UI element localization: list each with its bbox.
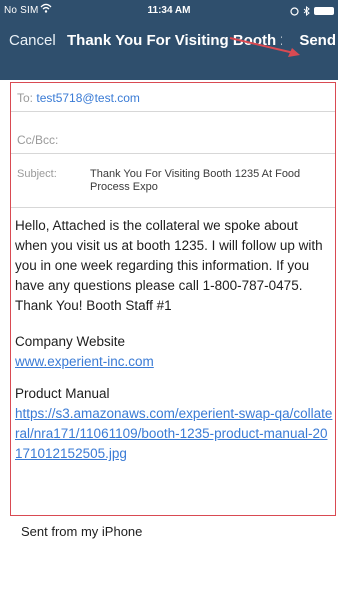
- subject-field[interactable]: Thank You For Visiting Booth 1235 At Foo…: [90, 168, 320, 194]
- manual-label: Product Manual: [15, 386, 110, 401]
- to-label: To:: [17, 91, 34, 105]
- message-paragraph: Hello, Attached is the collateral we spo…: [15, 218, 323, 313]
- website-link[interactable]: www.experient-inc.com: [15, 352, 333, 372]
- annotation-arrow: [229, 37, 300, 57]
- send-button[interactable]: Send: [299, 32, 336, 49]
- cancel-button[interactable]: Cancel: [9, 32, 56, 49]
- website-section: Company Website www.experient-inc.com: [15, 332, 333, 372]
- message-body[interactable]: Hello, Attached is the collateral we spo…: [15, 216, 333, 316]
- ccbcc-label: Cc/Bcc:: [17, 133, 59, 147]
- to-field[interactable]: To: test5718@test.com: [17, 91, 140, 105]
- to-field-row[interactable]: To: test5718@test.com: [11, 84, 335, 112]
- signature: Sent from my iPhone: [21, 524, 143, 539]
- location-icon: [290, 6, 299, 16]
- status-icons: [290, 6, 334, 16]
- manual-link[interactable]: https://s3.amazonaws.com/experient-swap-…: [15, 404, 333, 464]
- ccbcc-field-row[interactable]: Cc/Bcc:: [11, 112, 335, 154]
- status-bar: No SIM 11:34 AM: [0, 0, 338, 22]
- battery-icon: [314, 7, 334, 15]
- subject-label: Subject:: [17, 168, 57, 180]
- clock: 11:34 AM: [147, 5, 191, 16]
- subject-field-row[interactable]: Subject: Thank You For Visiting Booth 12…: [11, 154, 335, 208]
- website-label: Company Website: [15, 334, 126, 349]
- bluetooth-icon: [303, 6, 310, 16]
- manual-section: Product Manual https://s3.amazonaws.com/…: [15, 384, 333, 464]
- to-recipient[interactable]: test5718@test.com: [36, 91, 140, 105]
